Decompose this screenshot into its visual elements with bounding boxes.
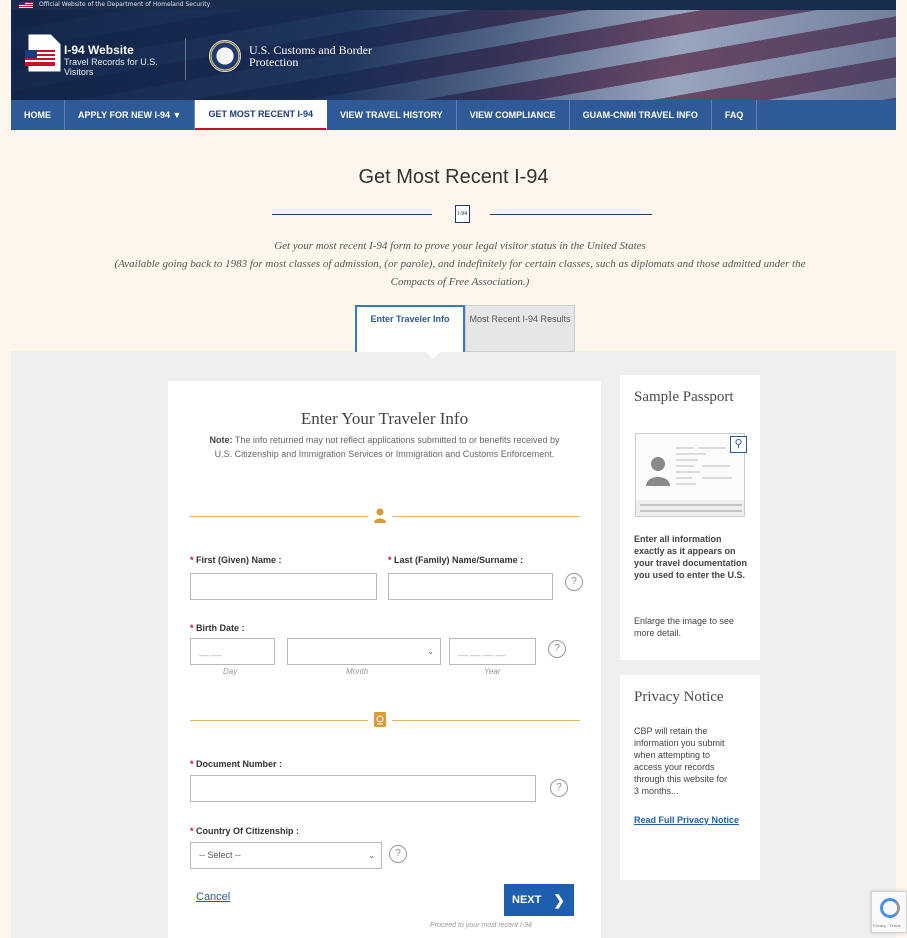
month-sublabel: Month <box>346 667 369 676</box>
birth-month-select[interactable]: ⌄ <box>287 638 441 665</box>
privacy-notice-title: Privacy Notice <box>634 689 724 705</box>
nav-apply-new-i94[interactable]: APPLY FOR NEW I-94 ▼ <box>65 100 196 130</box>
section-divider-left <box>190 516 368 517</box>
required-mark: * <box>190 759 194 769</box>
zoom-magnifier-icon[interactable]: ⚲ <box>730 436 747 453</box>
nav-guam-cnmi-travel-info[interactable]: GUAM-CNMI TRAVEL INFO <box>570 100 712 130</box>
privacy-notice-text: CBP will retain the information you subm… <box>634 726 728 796</box>
traveler-info-form: Enter Your Traveler Info Note: The info … <box>168 381 601 938</box>
document-number-help-icon[interactable]: ? <box>550 779 568 797</box>
nav-get-most-recent-i94[interactable]: GET MOST RECENT I-94 <box>195 100 327 130</box>
privacy-notice-card: Privacy Notice CBP will retain the infor… <box>620 675 760 880</box>
form-heading: Enter Your Traveler Info <box>300 409 469 428</box>
page-intro: Get your most recent I-94 form to prove … <box>110 237 810 291</box>
site-title[interactable]: I-94 Website <box>64 43 134 57</box>
person-icon <box>374 508 386 523</box>
nav-view-compliance[interactable]: VIEW COMPLIANCE <box>457 100 570 130</box>
year-sublabel: Year <box>484 667 501 676</box>
nav-home[interactable]: HOME <box>11 100 65 130</box>
birth-date-label-text: Birth Date : <box>196 623 245 633</box>
section-divider-left <box>190 720 368 721</box>
recaptcha-terms[interactable]: Privacy - Terms <box>873 923 900 928</box>
chevron-down-icon: ⌄ <box>368 851 375 860</box>
section-divider-right <box>392 516 580 517</box>
agency-name[interactable]: U.S. Customs and Border Protection <box>249 44 379 68</box>
tab-most-recent-results[interactable]: Most Recent I-94 Results <box>465 305 575 352</box>
birth-date-help-icon[interactable]: ? <box>548 640 566 658</box>
sample-passport-instruction: Enter all information exactly as it appe… <box>634 534 748 580</box>
birth-date-label: * Birth Date : <box>190 623 245 633</box>
country-label: * Country Of Citizenship : <box>190 826 299 836</box>
site-subtitle: Travel Records for U.S. Visitors <box>64 57 158 77</box>
last-name-label: * Last (Family) Name/Surname : <box>388 555 523 565</box>
first-name-label: * First (Given) Name : <box>190 555 282 565</box>
site-header: I-94 Website Travel Records for U.S. Vis… <box>11 10 896 100</box>
birth-year-input[interactable]: __ __ __ __ <box>449 638 536 665</box>
country-help-icon[interactable]: ? <box>389 845 407 863</box>
required-mark: * <box>388 555 392 565</box>
last-name-input[interactable] <box>388 573 553 600</box>
nav-view-travel-history[interactable]: VIEW TRAVEL HISTORY <box>327 100 457 130</box>
page-title: Get Most Recent I-94 <box>358 166 549 188</box>
tab-pointer <box>424 350 442 359</box>
tab-enter-traveler-info[interactable]: Enter Traveler Info <box>355 305 465 352</box>
title-divider-left <box>272 214 432 215</box>
form-note: Note: The info returned may not reflect … <box>208 433 561 461</box>
first-name-label-text: First (Given) Name : <box>196 555 282 565</box>
recaptcha-badge[interactable]: Privacy - Terms <box>871 891 907 933</box>
sample-passport-title: Sample Passport <box>634 389 734 405</box>
country-select[interactable]: -- Select -- ⌄ <box>190 842 382 869</box>
next-button[interactable]: NEXT ❯ <box>504 884 574 916</box>
country-select-value: -- Select -- <box>199 850 242 860</box>
note-text: The info returned may not reflect applic… <box>214 435 560 459</box>
gov-banner-text: Official Website of the Department of Ho… <box>39 1 211 8</box>
us-flag-icon <box>19 2 33 8</box>
chevron-down-icon: ⌄ <box>427 647 434 656</box>
document-number-input[interactable] <box>190 775 536 802</box>
first-name-input[interactable] <box>190 573 377 600</box>
country-label-text: Country Of Citizenship : <box>196 826 300 836</box>
i94-document-icon: I-94 <box>455 205 470 223</box>
required-mark: * <box>190 826 194 836</box>
intro-line-1: Get your most recent I-94 form to prove … <box>274 240 646 252</box>
gov-banner: Official Website of the Department of Ho… <box>11 0 896 10</box>
name-help-icon[interactable]: ? <box>565 573 583 591</box>
read-privacy-notice-link[interactable]: Read Full Privacy Notice <box>634 814 744 826</box>
document-number-label: * Document Number : <box>190 759 282 769</box>
title-divider-right <box>490 214 652 215</box>
section-divider-right <box>392 720 580 721</box>
i94-logo-icon[interactable] <box>25 32 67 74</box>
passport-illustration-icon <box>636 434 744 516</box>
sample-passport-hint: Enlarge the image to see more detail. <box>634 616 735 638</box>
nav-faq[interactable]: FAQ <box>712 100 758 130</box>
recaptcha-icon <box>880 898 900 918</box>
sample-passport-card: Sample Passport ⚲ Enter all information … <box>620 375 760 660</box>
birth-day-input[interactable]: __ __ <box>190 638 275 665</box>
main-nav: HOME APPLY FOR NEW I-94 ▼ GET MOST RECEN… <box>11 100 896 130</box>
required-mark: * <box>190 623 194 633</box>
last-name-label-text: Last (Family) Name/Surname : <box>394 555 524 565</box>
next-button-label: NEXT <box>512 894 542 906</box>
chevron-right-icon: ❯ <box>553 892 565 908</box>
cancel-link[interactable]: Cancel <box>196 891 230 903</box>
note-label: Note: <box>209 435 233 445</box>
passport-icon <box>374 712 386 727</box>
day-sublabel: Day <box>223 667 238 676</box>
header-divider <box>185 38 186 80</box>
document-number-label-text: Document Number : <box>196 759 283 769</box>
sample-passport-image[interactable] <box>635 433 745 517</box>
proceed-hint: Proceed to your most recent I-94 <box>430 922 532 929</box>
intro-line-2: (Available going back to 1983 for most c… <box>114 258 806 288</box>
dhs-seal-icon[interactable] <box>209 40 241 72</box>
required-mark: * <box>190 555 194 565</box>
